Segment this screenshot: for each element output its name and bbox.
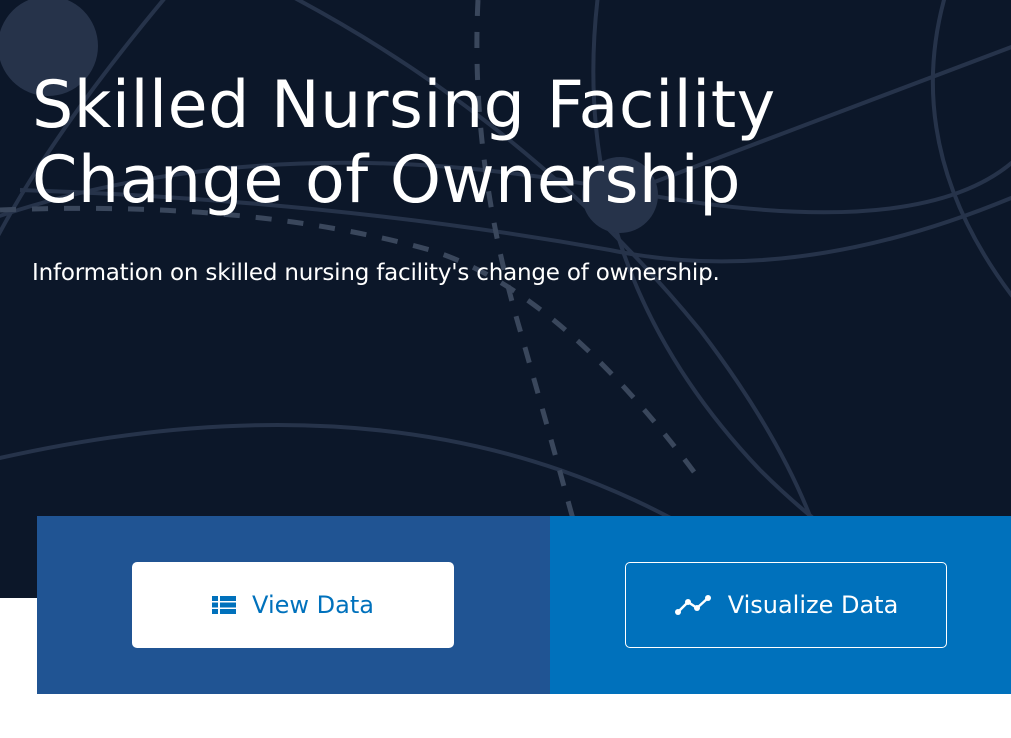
view-data-button[interactable]: View Data: [132, 562, 454, 648]
visualize-data-panel: Visualize Data: [550, 516, 1011, 694]
page-subtitle: Information on skilled nursing facility'…: [32, 260, 720, 286]
page: Skilled Nursing Facility Change of Owner…: [0, 0, 1011, 738]
table-icon: [212, 596, 237, 614]
view-data-panel: View Data: [37, 516, 550, 694]
line-chart-icon: [674, 594, 712, 616]
view-data-label: View Data: [252, 591, 374, 619]
page-title: Skilled Nursing Facility Change of Owner…: [32, 68, 982, 218]
page-title-line-2: Change of Ownership: [32, 143, 741, 218]
page-title-line-1: Skilled Nursing Facility: [32, 68, 776, 143]
data-actions-panel: View Data Visualize Data: [37, 516, 1011, 694]
visualize-data-label: Visualize Data: [727, 591, 899, 619]
visualize-data-button[interactable]: Visualize Data: [625, 562, 947, 648]
hero-banner: Skilled Nursing Facility Change of Owner…: [0, 0, 1011, 598]
